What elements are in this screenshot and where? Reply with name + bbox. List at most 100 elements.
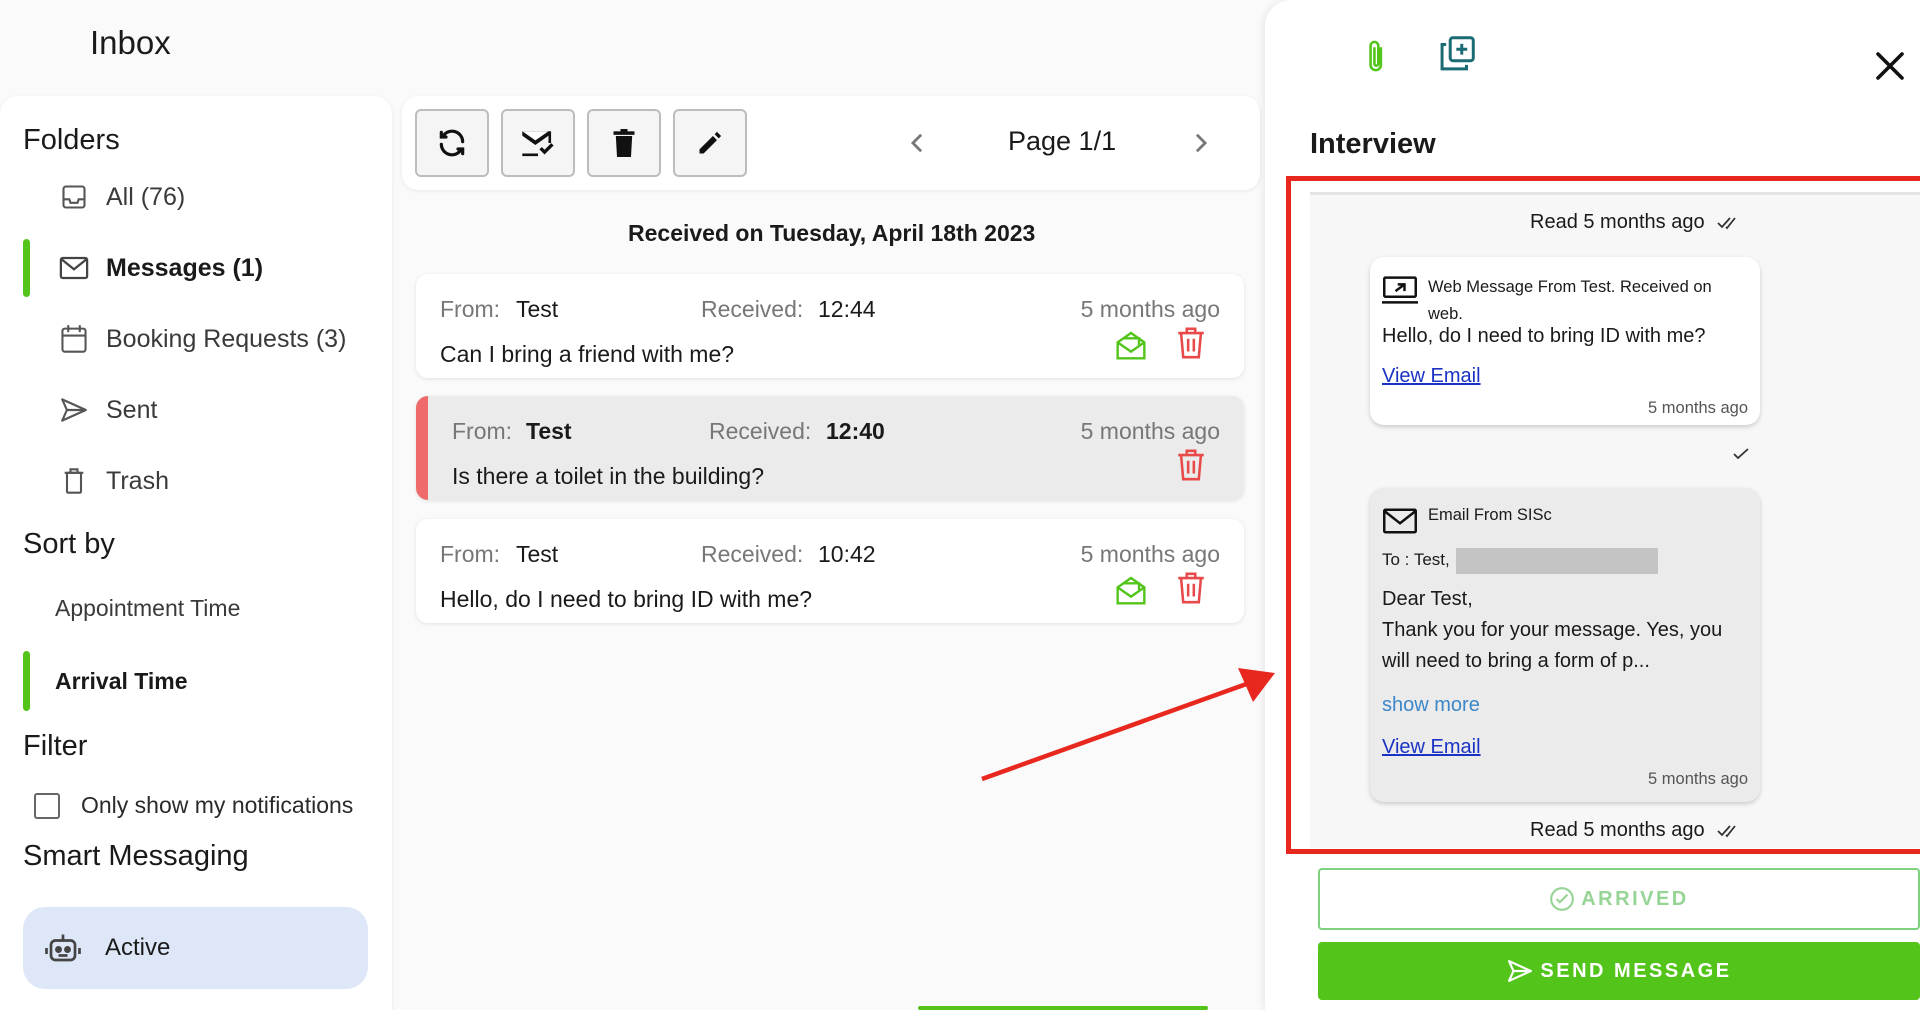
web-message-icon bbox=[1382, 276, 1418, 304]
prev-page-button[interactable] bbox=[902, 126, 932, 160]
mark-read-button[interactable] bbox=[501, 109, 575, 177]
from-value: Test bbox=[516, 296, 559, 322]
sidebar-item-label: Trash bbox=[106, 466, 169, 495]
read-receipt-text: Read 5 months ago bbox=[1530, 211, 1705, 233]
add-note-icon[interactable] bbox=[1437, 34, 1477, 74]
message-body: Hello, do I need to bring ID with me? bbox=[1382, 325, 1706, 347]
read-receipt: Read 5 months ago bbox=[1530, 819, 1743, 842]
check-circle-icon bbox=[1550, 887, 1575, 911]
send-message-button[interactable]: SEND MESSAGE bbox=[1318, 942, 1920, 1000]
message-row-selected[interactable]: From: Test Received: 12:40 5 months ago … bbox=[416, 396, 1244, 500]
send-label: SEND MESSAGE bbox=[1540, 959, 1732, 982]
sidebar-item-label: Sent bbox=[106, 395, 158, 424]
message-age: 5 months ago bbox=[1080, 541, 1220, 567]
opened-envelope-icon[interactable] bbox=[1114, 328, 1148, 362]
received-time: 10:42 bbox=[818, 541, 876, 567]
received-time: 12:40 bbox=[826, 418, 885, 444]
trash-icon[interactable] bbox=[1174, 326, 1208, 360]
page-indicator: Page 1/1 bbox=[1008, 126, 1117, 156]
received-time: 12:44 bbox=[818, 296, 876, 322]
conversation-panel: Interview Read 5 months ago Web Message … bbox=[1265, 0, 1920, 1010]
trash-icon[interactable] bbox=[1174, 571, 1208, 605]
from-label: From: bbox=[440, 296, 501, 322]
inbox-icon bbox=[56, 179, 92, 215]
chevron-right-icon bbox=[1195, 133, 1208, 153]
date-header: Received on Tuesday, April 18th 2023 bbox=[628, 220, 1036, 246]
from-value: Test bbox=[526, 418, 572, 444]
sort-appointment-time[interactable]: Appointment Time bbox=[23, 578, 373, 638]
envelope-icon bbox=[56, 250, 92, 286]
delete-icon bbox=[613, 129, 635, 157]
sidebar-item-trash[interactable]: Trash bbox=[23, 452, 373, 510]
sidebar-item-label: All (76) bbox=[106, 182, 186, 211]
redacted-email bbox=[1456, 548, 1658, 574]
refresh-button[interactable] bbox=[415, 109, 489, 177]
conversation-thread[interactable]: Read 5 months ago Web Message From Test.… bbox=[1310, 192, 1920, 848]
notifications-checkbox[interactable] bbox=[34, 792, 60, 819]
message-subject: Can I bring a friend with me? bbox=[440, 341, 735, 367]
sidebar-item-sent[interactable]: Sent bbox=[23, 381, 373, 439]
scroll-indicator bbox=[918, 1006, 1208, 1010]
email-greeting: Dear Test, bbox=[1382, 588, 1473, 610]
show-more-link[interactable]: show more bbox=[1382, 694, 1480, 717]
sort-title: Sort by bbox=[23, 528, 115, 560]
robot-icon bbox=[45, 934, 81, 962]
delete-button[interactable] bbox=[587, 109, 661, 177]
message-row[interactable]: From: Test Received: 10:42 5 months ago … bbox=[416, 519, 1244, 623]
trash-icon[interactable] bbox=[1174, 448, 1208, 482]
email-message-bubble: Email From SISc To : Test, . Dear Test, … bbox=[1370, 488, 1760, 802]
arrived-label: ARRIVED bbox=[1581, 887, 1689, 910]
next-page-button[interactable] bbox=[1186, 126, 1216, 160]
view-email-link[interactable]: View Email bbox=[1382, 365, 1481, 388]
received-label: Received: bbox=[701, 541, 804, 567]
mark-read-icon bbox=[522, 131, 554, 157]
read-receipt-text: Read 5 months ago bbox=[1530, 819, 1705, 841]
read-receipt: Read 5 months ago bbox=[1530, 211, 1743, 234]
panel-title: Interview bbox=[1310, 128, 1436, 160]
close-icon[interactable] bbox=[1870, 46, 1910, 86]
message-row[interactable]: From: Test Received: 12:44 5 months ago … bbox=[416, 274, 1244, 378]
from-value: Test bbox=[516, 541, 559, 567]
sidebar-item-all[interactable]: All (76) bbox=[23, 168, 373, 226]
arrived-button[interactable]: ARRIVED bbox=[1318, 868, 1920, 930]
paperclip-icon[interactable] bbox=[1357, 36, 1397, 76]
compose-button[interactable] bbox=[673, 109, 747, 177]
message-age: 5 months ago bbox=[1080, 418, 1220, 444]
sidebar-item-messages[interactable]: Messages (1) bbox=[23, 239, 373, 297]
message-header: Web Message From Test. Received on web. bbox=[1428, 278, 1712, 323]
smart-status: Active bbox=[105, 934, 171, 961]
received-label: Received: bbox=[709, 418, 812, 444]
filter-row: Only show my notifications bbox=[34, 792, 353, 819]
annotation-arrow bbox=[981, 668, 1275, 782]
filter-title: Filter bbox=[23, 730, 88, 762]
pencil-icon bbox=[699, 131, 722, 154]
sidebar: Folders All (76) Messages (1) Booking Re… bbox=[0, 96, 392, 1010]
double-check-icon bbox=[1716, 216, 1736, 229]
message-subject: Is there a toilet in the building? bbox=[452, 463, 764, 489]
sidebar-item-booking-requests[interactable]: Booking Requests (3) bbox=[23, 310, 373, 368]
filter-label: Only show my notifications bbox=[81, 792, 354, 818]
smart-messaging-title: Smart Messaging bbox=[23, 840, 249, 872]
from-label: From: bbox=[440, 541, 501, 567]
email-body: Thank you for your message. Yes, you wil… bbox=[1382, 619, 1723, 672]
sort-arrival-time[interactable]: Arrival Time bbox=[23, 651, 373, 711]
sidebar-item-label: Messages (1) bbox=[106, 253, 264, 282]
sidebar-item-label: Booking Requests (3) bbox=[106, 324, 347, 353]
message-header: Email From SISc bbox=[1428, 506, 1552, 524]
toolbar bbox=[402, 96, 1260, 190]
selection-indicator bbox=[416, 396, 428, 500]
envelope-icon bbox=[1383, 508, 1417, 534]
trash-icon bbox=[56, 463, 92, 499]
opened-envelope-icon[interactable] bbox=[1114, 573, 1148, 607]
refresh-icon bbox=[439, 129, 465, 157]
message-age: 5 months ago bbox=[1648, 399, 1748, 417]
view-email-link[interactable]: View Email bbox=[1382, 736, 1481, 759]
smart-messaging-toggle[interactable]: Active bbox=[23, 907, 368, 989]
send-icon bbox=[56, 392, 92, 428]
message-age: 5 months ago bbox=[1648, 770, 1748, 788]
send-icon bbox=[1508, 960, 1533, 982]
message-subject: Hello, do I need to bring ID with me? bbox=[440, 586, 813, 612]
web-message-bubble: Web Message From Test. Received on web. … bbox=[1370, 257, 1760, 425]
sort-label: Arrival Time bbox=[55, 667, 188, 694]
page-title: Inbox bbox=[90, 24, 171, 61]
